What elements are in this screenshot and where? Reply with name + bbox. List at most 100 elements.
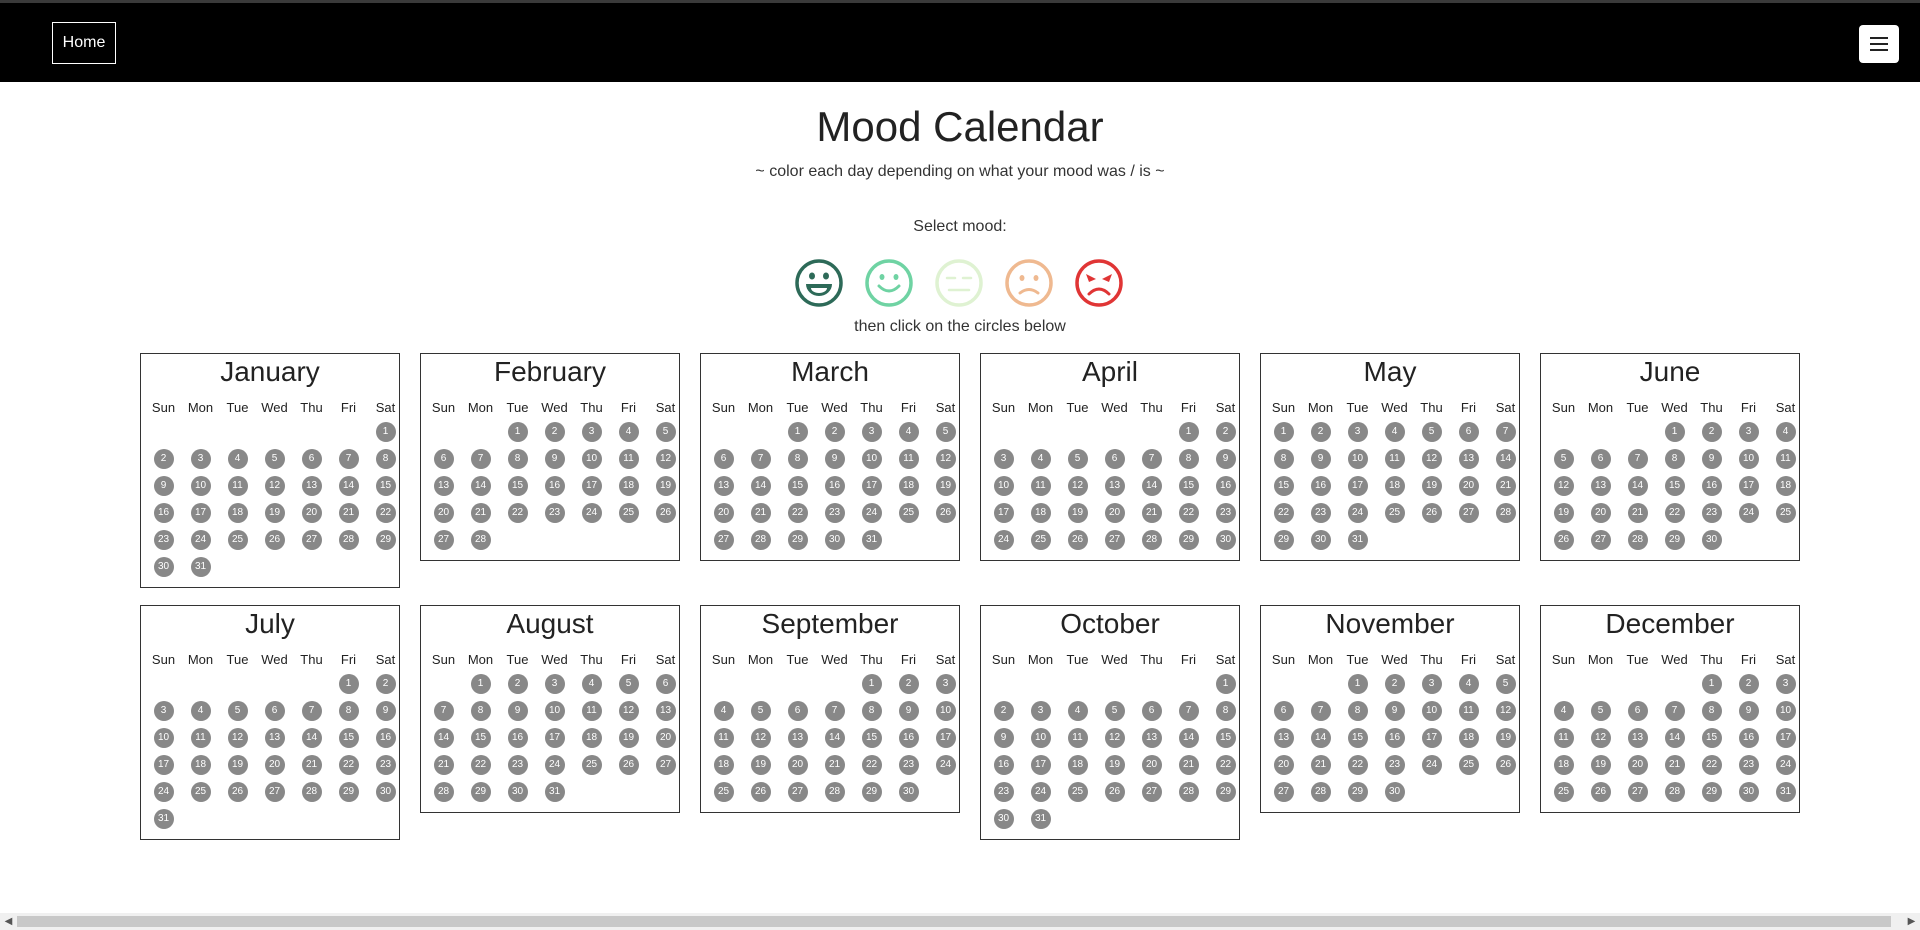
day-circle[interactable]: 12 (655, 449, 676, 469)
day-circle[interactable]: 13 (1273, 728, 1294, 748)
day-circle[interactable]: 9 (1701, 449, 1722, 469)
day-circle[interactable]: 26 (264, 530, 285, 550)
day-circle[interactable]: 29 (1347, 782, 1368, 802)
day-circle[interactable]: 17 (861, 476, 882, 496)
day-circle[interactable]: 30 (1701, 530, 1722, 550)
day-circle[interactable]: 19 (1553, 503, 1574, 523)
day-circle[interactable]: 12 (1104, 728, 1125, 748)
day-circle[interactable]: 13 (433, 476, 454, 496)
day-circle[interactable]: 4 (1067, 701, 1088, 721)
day-circle[interactable]: 28 (338, 530, 359, 550)
day-circle[interactable]: 7 (750, 449, 771, 469)
day-circle[interactable]: 20 (655, 728, 676, 748)
day-circle[interactable]: 6 (1627, 701, 1648, 721)
day-circle[interactable]: 20 (787, 755, 808, 775)
day-circle[interactable]: 1 (470, 674, 491, 694)
day-circle[interactable]: 22 (1664, 503, 1685, 523)
day-circle[interactable]: 14 (433, 728, 454, 748)
day-circle[interactable]: 23 (993, 782, 1014, 802)
day-circle[interactable]: 2 (1310, 422, 1331, 442)
day-circle[interactable]: 2 (375, 674, 396, 694)
day-circle[interactable]: 21 (750, 503, 771, 523)
day-circle[interactable]: 27 (655, 755, 676, 775)
day-circle[interactable]: 7 (338, 449, 359, 469)
day-circle[interactable]: 20 (301, 503, 322, 523)
day-circle[interactable]: 23 (1738, 755, 1759, 775)
day-circle[interactable]: 18 (581, 728, 602, 748)
mood-sad-button[interactable] (1004, 258, 1054, 308)
day-circle[interactable]: 15 (470, 728, 491, 748)
day-circle[interactable]: 14 (1627, 476, 1648, 496)
day-circle[interactable]: 18 (1384, 476, 1405, 496)
day-circle[interactable]: 15 (787, 476, 808, 496)
day-circle[interactable]: 1 (787, 422, 808, 442)
day-circle[interactable]: 30 (375, 782, 396, 802)
day-circle[interactable]: 25 (898, 503, 919, 523)
day-circle[interactable]: 24 (1030, 782, 1051, 802)
day-circle[interactable]: 4 (227, 449, 248, 469)
day-circle[interactable]: 29 (787, 530, 808, 550)
day-circle[interactable]: 12 (1421, 449, 1442, 469)
day-circle[interactable]: 12 (1553, 476, 1574, 496)
day-circle[interactable]: 13 (1141, 728, 1162, 748)
day-circle[interactable]: 25 (227, 530, 248, 550)
day-circle[interactable]: 2 (898, 674, 919, 694)
day-circle[interactable]: 10 (1030, 728, 1051, 748)
day-circle[interactable]: 17 (153, 755, 174, 775)
day-circle[interactable]: 18 (1775, 476, 1796, 496)
day-circle[interactable]: 2 (1701, 422, 1722, 442)
day-circle[interactable]: 23 (153, 530, 174, 550)
day-circle[interactable]: 10 (1738, 449, 1759, 469)
day-circle[interactable]: 3 (581, 422, 602, 442)
day-circle[interactable]: 21 (1310, 755, 1331, 775)
day-circle[interactable]: 4 (713, 701, 734, 721)
day-circle[interactable]: 12 (1067, 476, 1088, 496)
day-circle[interactable]: 3 (935, 674, 956, 694)
day-circle[interactable]: 23 (544, 503, 565, 523)
day-circle[interactable]: 14 (1495, 449, 1516, 469)
day-circle[interactable]: 23 (898, 755, 919, 775)
day-circle[interactable]: 12 (227, 728, 248, 748)
day-circle[interactable]: 29 (375, 530, 396, 550)
day-circle[interactable]: 18 (227, 503, 248, 523)
day-circle[interactable]: 19 (750, 755, 771, 775)
day-circle[interactable]: 1 (1347, 674, 1368, 694)
day-circle[interactable]: 9 (1310, 449, 1331, 469)
day-circle[interactable]: 28 (470, 530, 491, 550)
day-circle[interactable]: 10 (861, 449, 882, 469)
day-circle[interactable]: 18 (1067, 755, 1088, 775)
day-circle[interactable]: 27 (1273, 782, 1294, 802)
day-circle[interactable]: 15 (1178, 476, 1199, 496)
day-circle[interactable]: 18 (1030, 503, 1051, 523)
day-circle[interactable]: 5 (1553, 449, 1574, 469)
day-circle[interactable]: 24 (581, 503, 602, 523)
day-circle[interactable]: 22 (1347, 755, 1368, 775)
day-circle[interactable]: 22 (375, 503, 396, 523)
day-circle[interactable]: 13 (655, 701, 676, 721)
day-circle[interactable]: 5 (1495, 674, 1516, 694)
horizontal-scrollbar[interactable]: ◀ ▶ (0, 913, 1920, 930)
day-circle[interactable]: 1 (338, 674, 359, 694)
day-circle[interactable]: 8 (1664, 449, 1685, 469)
day-circle[interactable]: 3 (861, 422, 882, 442)
day-circle[interactable]: 26 (1104, 782, 1125, 802)
day-circle[interactable]: 23 (1310, 503, 1331, 523)
day-circle[interactable]: 9 (1384, 701, 1405, 721)
day-circle[interactable]: 27 (1104, 530, 1125, 550)
day-circle[interactable]: 22 (861, 755, 882, 775)
day-circle[interactable]: 21 (338, 503, 359, 523)
day-circle[interactable]: 7 (824, 701, 845, 721)
day-circle[interactable]: 4 (898, 422, 919, 442)
day-circle[interactable]: 27 (1590, 530, 1611, 550)
day-circle[interactable]: 5 (227, 701, 248, 721)
day-circle[interactable]: 13 (1627, 728, 1648, 748)
day-circle[interactable]: 19 (1421, 476, 1442, 496)
day-circle[interactable]: 20 (1141, 755, 1162, 775)
day-circle[interactable]: 15 (1664, 476, 1685, 496)
hamburger-icon[interactable] (1859, 25, 1899, 63)
day-circle[interactable]: 21 (470, 503, 491, 523)
day-circle[interactable]: 22 (338, 755, 359, 775)
day-circle[interactable]: 7 (470, 449, 491, 469)
day-circle[interactable]: 2 (993, 701, 1014, 721)
day-circle[interactable]: 20 (264, 755, 285, 775)
